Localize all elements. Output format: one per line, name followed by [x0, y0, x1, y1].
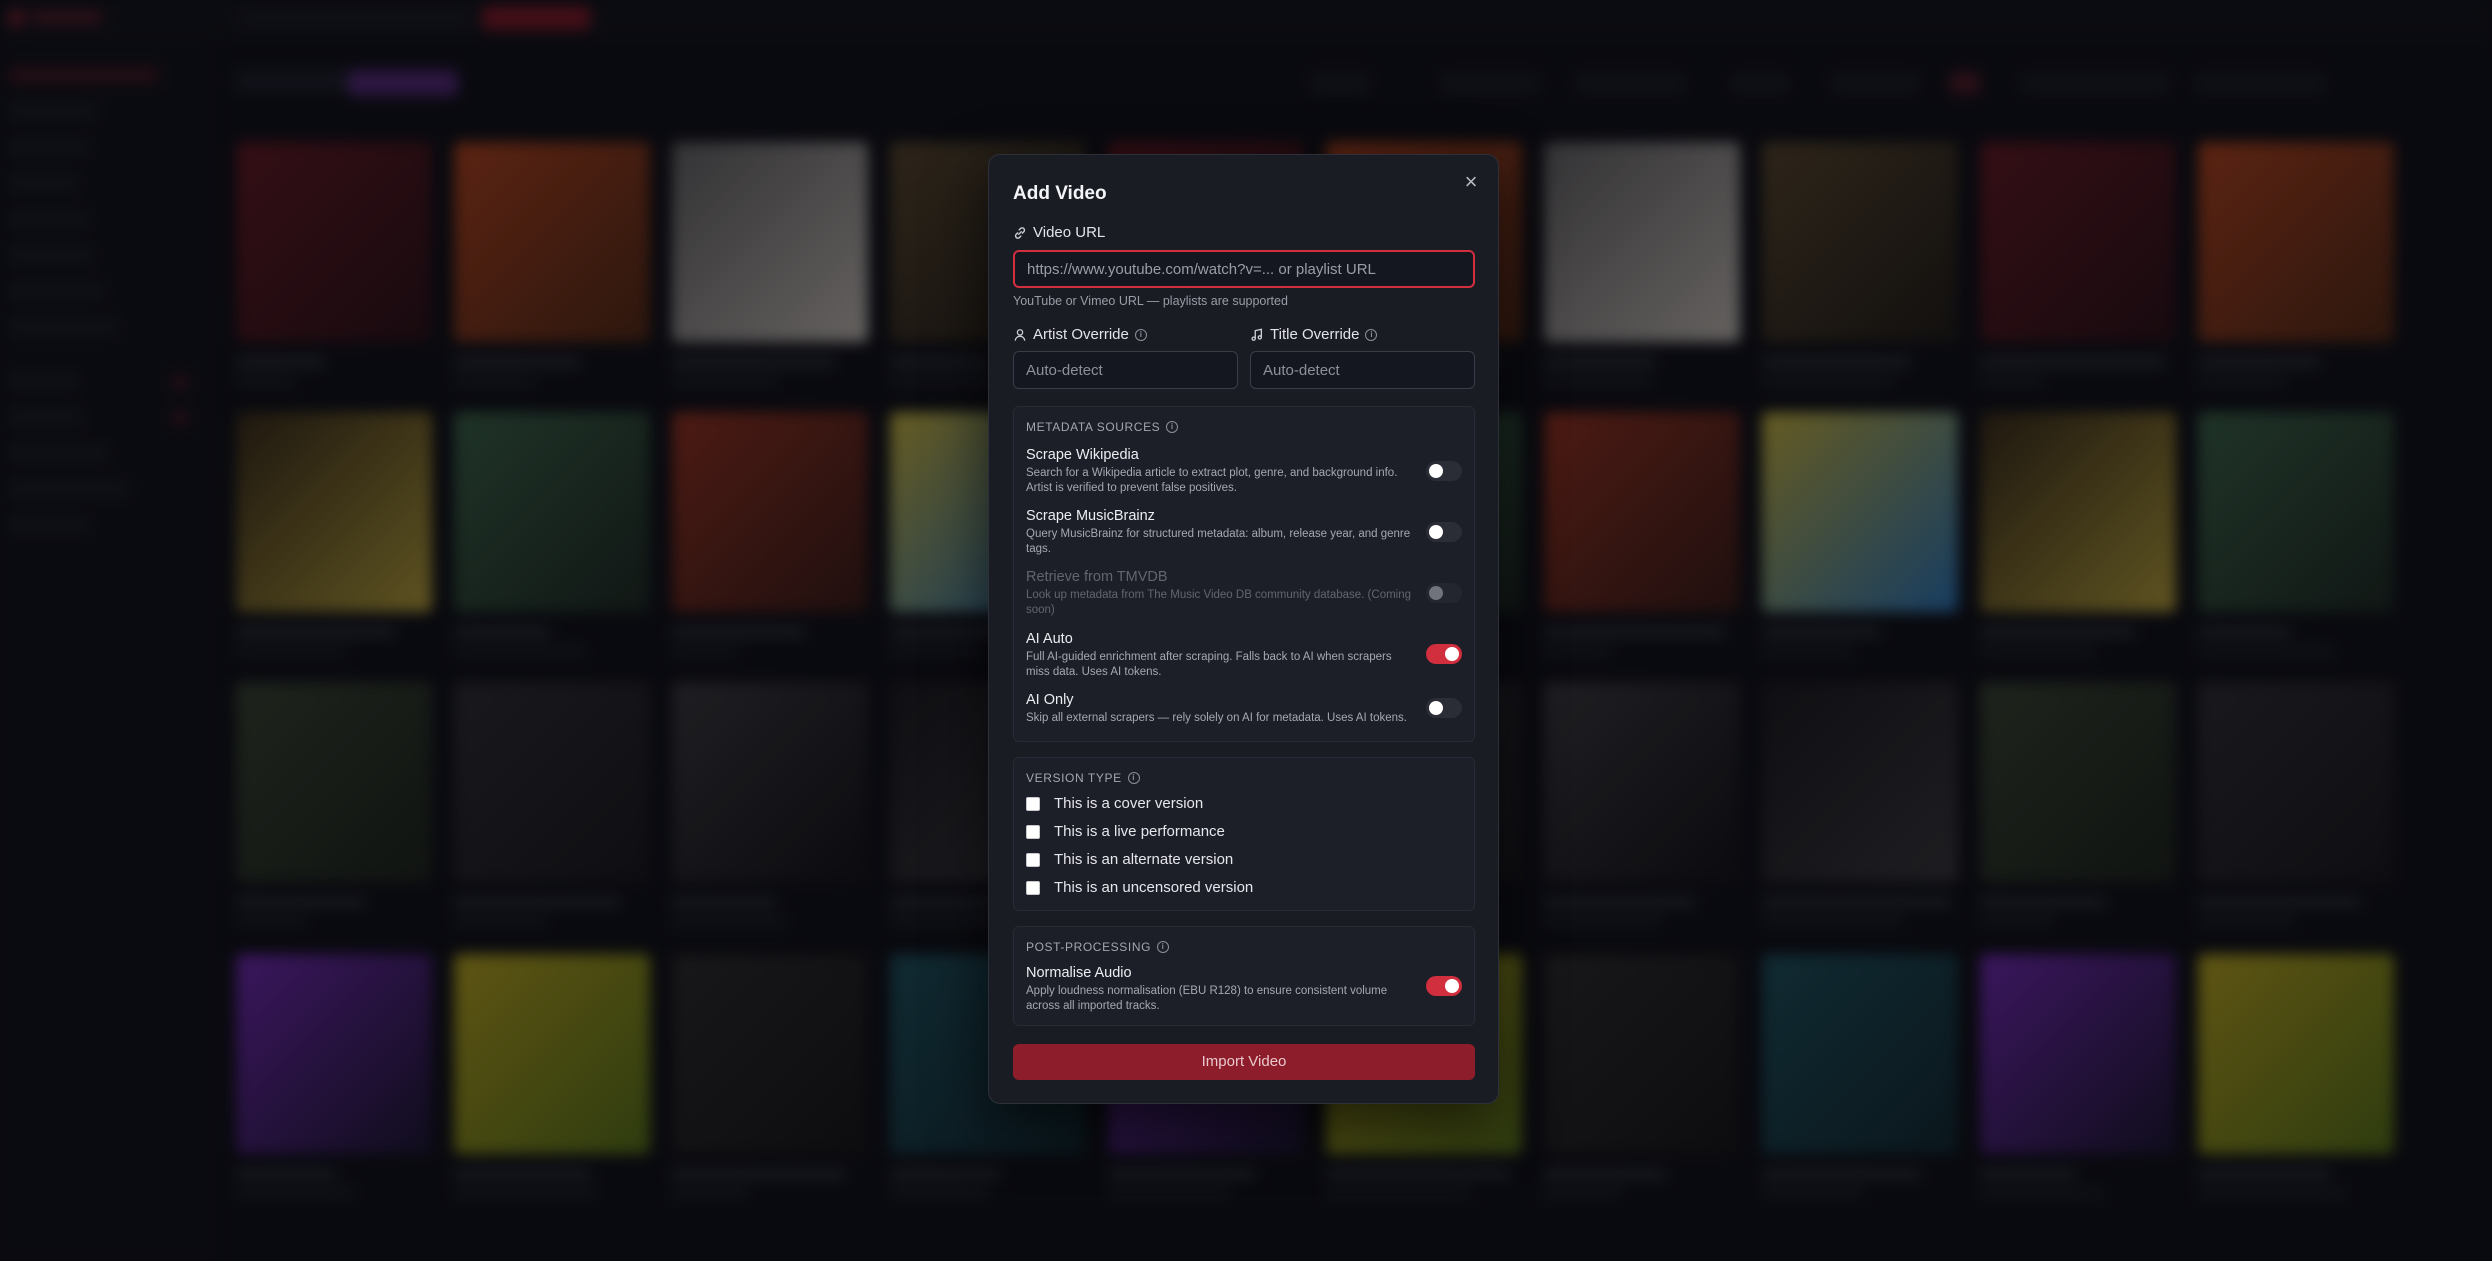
info-icon[interactable]: i [1166, 421, 1179, 433]
checkbox-label: This is an uncensored version [1054, 879, 1254, 896]
cover-version-checkbox-row[interactable]: This is a cover version [1026, 795, 1203, 812]
alternate-version-checkbox-row[interactable]: This is an alternate version [1026, 851, 1233, 868]
option-description: Search for a Wikipedia article to extrac… [1026, 467, 1398, 494]
toggle-knob [1429, 525, 1443, 539]
option-description: Skip all external scrapers — rely solely… [1026, 712, 1407, 724]
import-video-button[interactable]: Import Video [1013, 1044, 1475, 1080]
title-override-label: Title Override i [1250, 326, 1378, 343]
normalise-audio-toggle[interactable] [1426, 976, 1462, 996]
artist-override-input[interactable] [1013, 351, 1238, 389]
scrape-wikipedia-toggle[interactable] [1426, 461, 1462, 481]
ai-only-toggle[interactable] [1426, 698, 1462, 718]
close-icon[interactable]: × [1460, 171, 1482, 193]
version-type-title-text: VERSION TYPE [1026, 771, 1122, 785]
toggle-knob [1429, 586, 1443, 600]
toggle-knob [1429, 464, 1443, 478]
toggle-knob [1445, 979, 1459, 993]
video-url-input[interactable] [1013, 250, 1475, 288]
info-icon[interactable]: i [1127, 772, 1140, 784]
alternate-version-checkbox[interactable] [1026, 852, 1040, 867]
version-type-title: VERSION TYPE i [1026, 771, 1140, 785]
video-url-hint: YouTube or Vimeo URL — playlists are sup… [1013, 294, 1288, 308]
toggle-knob [1445, 647, 1459, 661]
video-url-label: Video URL [1013, 224, 1105, 241]
artist-override-label: Artist Override i [1013, 326, 1147, 343]
user-icon [1014, 328, 1026, 341]
option-name: Retrieve from TMVDB [1026, 569, 1168, 585]
option-name: Scrape Wikipedia [1026, 447, 1139, 463]
post-processing-title: POST-PROCESSING i [1026, 940, 1170, 954]
info-icon[interactable]: i [1134, 328, 1147, 341]
retrieve-tmvdb-toggle [1426, 583, 1462, 603]
uncensored-version-checkbox[interactable] [1026, 880, 1040, 895]
metadata-sources-title-text: METADATA SOURCES [1026, 420, 1161, 434]
scrape-musicbrainz-toggle[interactable] [1426, 522, 1462, 542]
music-note-icon [1251, 328, 1263, 341]
option-name: Scrape MusicBrainz [1026, 508, 1155, 524]
toggle-knob [1429, 701, 1443, 715]
option-name: AI Auto [1026, 631, 1073, 647]
title-override-label-text: Title Override [1270, 326, 1360, 343]
link-icon [1014, 226, 1026, 239]
video-url-label-text: Video URL [1033, 224, 1106, 241]
info-icon[interactable]: i [1157, 941, 1170, 953]
option-description: Full AI-guided enrichment after scraping… [1026, 651, 1392, 678]
checkbox-label: This is a live performance [1054, 823, 1225, 840]
post-processing-title-text: POST-PROCESSING [1026, 940, 1152, 954]
title-override-input[interactable] [1250, 351, 1475, 389]
option-name: Normalise Audio [1026, 965, 1132, 981]
option-description: Look up metadata from The Music Video DB… [1026, 589, 1412, 616]
version-type-section: VERSION TYPE i This is a cover version T… [1013, 757, 1475, 911]
ai-auto-toggle[interactable] [1426, 644, 1462, 664]
uncensored-version-checkbox-row[interactable]: This is an uncensored version [1026, 879, 1253, 896]
checkbox-label: This is an alternate version [1054, 851, 1234, 868]
option-description: Apply loudness normalisation (EBU R128) … [1026, 985, 1388, 1012]
add-video-modal: × Add Video Video URL YouTube or Vimeo U… [988, 154, 1499, 1104]
modal-title: Add Video [1013, 183, 1107, 204]
metadata-sources-section: METADATA SOURCES i Scrape Wikipedia Sear… [1013, 406, 1475, 742]
checkbox-label: This is a cover version [1054, 795, 1204, 812]
post-processing-section: POST-PROCESSING i Normalise Audio Apply … [1013, 926, 1475, 1026]
metadata-sources-title: METADATA SOURCES i [1026, 420, 1179, 434]
cover-version-checkbox[interactable] [1026, 796, 1040, 811]
option-name: AI Only [1026, 692, 1074, 708]
live-performance-checkbox[interactable] [1026, 824, 1040, 839]
info-icon[interactable]: i [1365, 328, 1378, 341]
live-performance-checkbox-row[interactable]: This is a live performance [1026, 823, 1225, 840]
option-description: Query MusicBrainz for structured metadat… [1026, 528, 1411, 555]
artist-override-label-text: Artist Override [1033, 326, 1129, 343]
